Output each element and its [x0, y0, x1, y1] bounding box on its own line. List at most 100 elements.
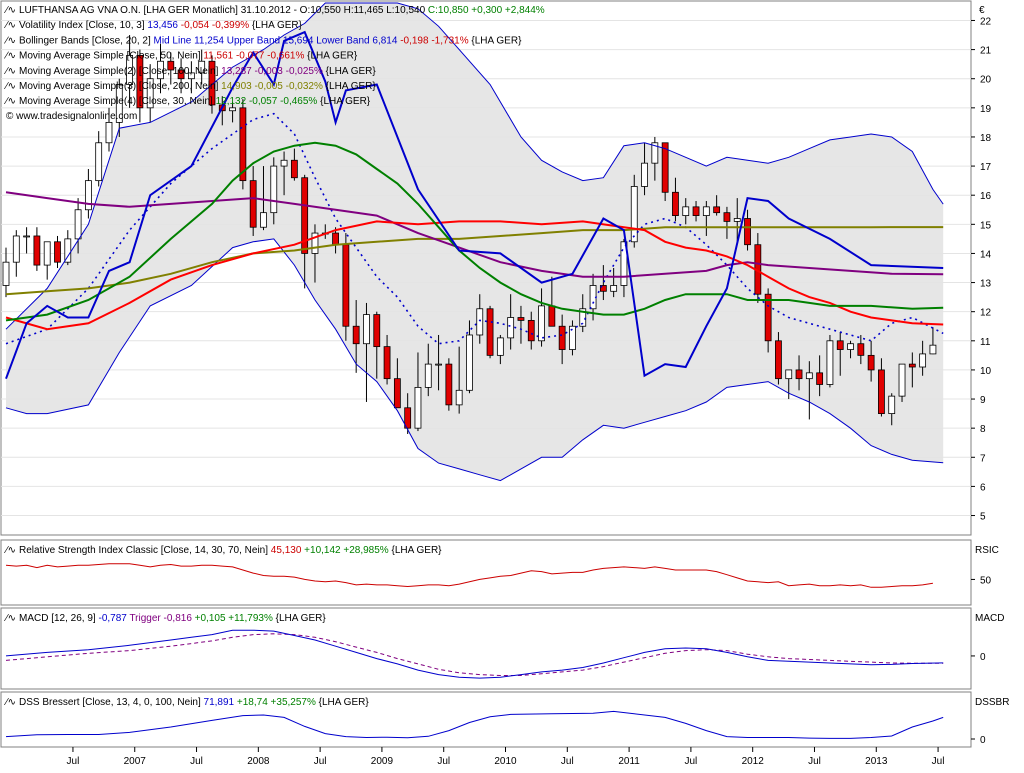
candle-up	[785, 369, 793, 380]
candle-down	[672, 191, 679, 216]
candle-up	[610, 285, 618, 292]
legend-part: {LHA GER}	[252, 20, 303, 31]
indicator-legend-row: Moving Average Simple(3) [Close, 200, Ne…	[19, 81, 376, 92]
y-tick-label: 50	[980, 575, 992, 586]
legend-part: MACD [12, 26, 9]	[19, 613, 98, 624]
time-axis: Jul 2007 Jul 2008 Jul 2009 Jul 2010 Jul 2011 Jul 20…	[67, 747, 945, 767]
candle-down	[249, 180, 257, 228]
legend-part: Moving Average Simple(2) [Close, 100, Ne…	[19, 66, 221, 77]
candle-up	[43, 241, 51, 266]
dss-axis-title: DSSBR	[975, 697, 1009, 708]
x-tick-label: Jul	[561, 756, 574, 767]
candle-down	[383, 346, 391, 380]
indicator-legend-row: Volatility Index [Close, 10, 3] 13,456 -…	[19, 20, 303, 31]
candle-down	[857, 343, 865, 356]
candle-up	[2, 261, 10, 286]
candle-up	[919, 353, 927, 368]
candle-down	[486, 308, 494, 356]
candle-down	[548, 305, 556, 327]
x-tick-label: Jul	[932, 756, 945, 767]
x-tick-label: 2012	[742, 756, 765, 767]
dss-legend-text: DSS Bressert [Close, 13, 4, 0, 100, Nein…	[19, 697, 369, 708]
legend-part: -0,054 -0,399%	[181, 20, 252, 31]
legend-part: LUFTHANSA AG VNA O.N. [LHA GER Monatlich…	[19, 5, 428, 16]
y-tick-label: 11	[980, 337, 991, 348]
legend-part: 13,287 -0,003 -0,025%	[221, 66, 326, 77]
candle-down	[713, 206, 721, 214]
legend-part: {LHA GER}	[391, 545, 442, 556]
x-tick-label: Jul	[684, 756, 697, 767]
y-tick-label: 12	[980, 308, 992, 319]
price-panel: ∕∿ LUFTHANSA AG VNA O.N. [LHA GER Monatli…	[0, 0, 992, 536]
x-tick-label: 2010	[494, 756, 517, 767]
x-tick-label: Jul	[190, 756, 203, 767]
y-tick-label: 9	[980, 395, 986, 406]
macd-legend-text: MACD [12, 26, 9] -0,787 Trigger -0,816 +…	[19, 613, 326, 624]
y-tick-label: 8	[980, 424, 986, 435]
candle-up	[260, 212, 267, 228]
candle-up	[105, 121, 113, 144]
macd-axis-title: MACD	[975, 613, 1004, 624]
candle-down	[445, 363, 453, 406]
x-tick-label: 2011	[618, 756, 640, 767]
candle-down	[373, 314, 381, 348]
y-tick-label: 5	[980, 512, 986, 523]
candle-up	[455, 389, 463, 406]
legend-part: {LHA GER}	[471, 35, 522, 46]
legend-part: +10,142 +28,985%	[304, 545, 391, 556]
candle-up	[733, 218, 741, 222]
legend-part: Relative Strength Index Classic [Close, …	[19, 545, 271, 556]
candle-down	[764, 293, 772, 342]
candle-up	[847, 343, 854, 350]
price-axis: 5 6 7 8 9 10 11 12 13 14 15 16 17 18 19 20 21 22	[971, 16, 992, 523]
candle-up	[507, 317, 515, 339]
candle-down	[908, 363, 916, 368]
y-tick-label: 10	[980, 366, 992, 377]
candle-down	[54, 241, 61, 263]
candle-up	[280, 159, 288, 167]
rsi-axis: 50	[971, 575, 992, 586]
candle-up	[496, 337, 504, 356]
candle-up	[12, 235, 20, 263]
y-tick-label: 15	[980, 220, 992, 231]
chart-window: ∕∿ LUFTHANSA AG VNA O.N. [LHA GER Monatli…	[0, 0, 1024, 768]
candle-up	[270, 165, 278, 214]
legend-part: Moving Average Simple [Close, 50, Nein]	[19, 51, 203, 62]
x-tick-label: Jul	[808, 756, 821, 767]
legend-part: {LHA GER}	[320, 96, 371, 107]
legend-part: Mid Line 11,254 Upper Band 15,694 Lower …	[154, 35, 401, 46]
dss-axis: 0	[971, 735, 986, 746]
legend-part: {LHA GER}	[276, 613, 327, 624]
candle-up	[229, 107, 236, 112]
legend-part: +0,105 +11,793%	[195, 613, 276, 624]
legend-part: Volatility Index [Close, 10, 3]	[19, 20, 147, 31]
copyright-text: © www.tradesignalonline.com	[6, 111, 137, 122]
candle-up	[84, 180, 92, 211]
rsi-axis-title: RSIC	[975, 545, 999, 556]
candle-down	[775, 340, 782, 380]
y-tick-label: 0	[980, 735, 986, 746]
legend-part: -0,198 -1,731%	[400, 35, 471, 46]
candle-up	[64, 238, 72, 263]
candle-up	[538, 305, 545, 342]
candle-down	[692, 206, 700, 216]
candle-up	[435, 363, 442, 366]
candle-down	[836, 340, 844, 350]
candle-down	[661, 142, 669, 193]
candle-down	[352, 325, 360, 345]
y-tick-label: 7	[980, 453, 986, 464]
dss-legend: ∕∿ DSS Bressert [Close, 13, 4, 0, 100, Ne…	[3, 697, 369, 708]
candle-down	[517, 317, 525, 321]
legend-part: 71,891	[204, 697, 237, 708]
candle-down	[816, 372, 824, 385]
candle-down	[558, 325, 566, 350]
legend-part: Moving Average Simple(3) [Close, 200, Ne…	[19, 81, 221, 92]
candle-up	[424, 363, 432, 388]
candle-up	[888, 395, 896, 415]
x-tick-label: 2007	[124, 756, 147, 767]
indicator-legend-row: Moving Average Simple [Close, 50, Nein] …	[19, 51, 358, 62]
chart-canvas: ∕∿ LUFTHANSA AG VNA O.N. [LHA GER Monatli…	[0, 0, 1009, 767]
candle-down	[795, 369, 803, 380]
symbol-header: LUFTHANSA AG VNA O.N. [LHA GER Monatlich…	[19, 5, 545, 16]
legend-part: {LHA GER}	[319, 697, 370, 708]
